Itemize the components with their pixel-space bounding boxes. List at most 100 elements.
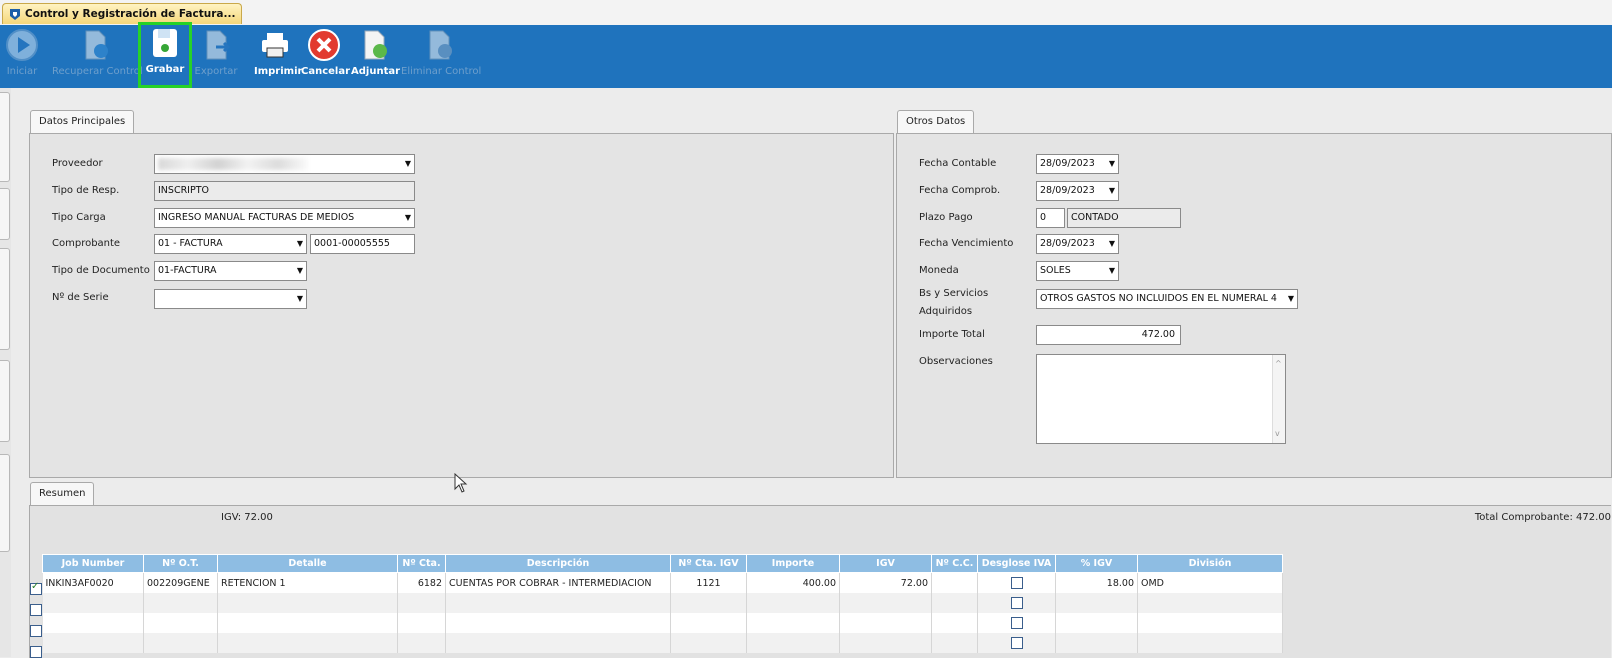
division-cell[interactable] bbox=[1137, 593, 1283, 613]
col-desglose-iva[interactable]: Desglose IVA bbox=[977, 554, 1056, 573]
table-row[interactable] bbox=[42, 593, 1283, 613]
nro-ot-cell[interactable]: 002209GENE bbox=[143, 572, 218, 593]
side-tab-2[interactable] bbox=[0, 188, 10, 240]
descripcion-cell[interactable] bbox=[445, 633, 671, 653]
detalle-cell[interactable]: RETENCION 1 bbox=[217, 572, 398, 593]
comprobante-numero-input[interactable]: 0001-00005555 bbox=[310, 234, 415, 254]
proveedor-select[interactable]: ▼ bbox=[154, 154, 415, 174]
bs-servicios-select[interactable]: OTROS GASTOS NO INCLUIDOS EN EL NUMERAL … bbox=[1036, 289, 1298, 309]
importe-total-input[interactable]: 472.00 bbox=[1036, 325, 1181, 345]
nro-cc-cell[interactable] bbox=[931, 593, 978, 613]
nro-cta-cell[interactable] bbox=[397, 633, 446, 653]
division-cell[interactable] bbox=[1137, 633, 1283, 653]
job-number-cell[interactable] bbox=[42, 593, 144, 613]
desglose-iva-checkbox[interactable] bbox=[1010, 617, 1023, 629]
tipo-resp-field[interactable]: INSCRIPTO bbox=[154, 181, 415, 201]
igv-cell[interactable] bbox=[839, 633, 932, 653]
row-select-checkbox[interactable] bbox=[30, 646, 42, 658]
desglose-iva-cell[interactable] bbox=[977, 572, 1056, 593]
nro-ot-cell[interactable] bbox=[143, 613, 218, 633]
nro-cc-cell[interactable] bbox=[931, 633, 978, 653]
nro-cta-igv-cell[interactable]: 1121 bbox=[670, 572, 747, 593]
desglose-iva-checkbox[interactable] bbox=[1010, 597, 1023, 609]
col-descripcion[interactable]: Descripción bbox=[445, 554, 671, 573]
tipo-documento-select[interactable]: 01-FACTURA ▼ bbox=[154, 261, 307, 281]
observaciones-textarea[interactable]: ^ v bbox=[1036, 354, 1286, 444]
comprobante-select[interactable]: 01 - FACTURA ▼ bbox=[154, 234, 307, 254]
side-tab-5[interactable] bbox=[0, 454, 10, 552]
cancelar-button[interactable]: Cancelar bbox=[301, 27, 350, 77]
col-pct-igv[interactable]: % IGV bbox=[1055, 554, 1138, 573]
detalle-cell[interactable] bbox=[217, 593, 398, 613]
col-nro-cc[interactable]: Nº C.C. bbox=[931, 554, 978, 573]
descripcion-cell[interactable] bbox=[445, 613, 671, 633]
col-nro-cta[interactable]: Nº Cta. bbox=[397, 554, 446, 573]
desglose-iva-checkbox[interactable] bbox=[1010, 637, 1023, 649]
pct-igv-cell[interactable] bbox=[1055, 633, 1138, 653]
col-division[interactable]: División bbox=[1137, 554, 1283, 573]
side-tab-3[interactable] bbox=[0, 248, 10, 350]
importe-cell[interactable] bbox=[746, 633, 840, 653]
row-select-checkbox[interactable] bbox=[30, 604, 42, 616]
job-number-cell[interactable] bbox=[42, 633, 144, 653]
nro-cc-cell[interactable] bbox=[931, 613, 978, 633]
tab-datos-principales[interactable]: Datos Principales bbox=[30, 110, 135, 133]
col-nro-cta-igv[interactable]: Nº Cta. IGV bbox=[670, 554, 747, 573]
job-number-cell[interactable] bbox=[42, 613, 144, 633]
nro-cta-cell[interactable] bbox=[397, 593, 446, 613]
eliminar-control-button[interactable]: Eliminar Control bbox=[401, 27, 481, 77]
recuperar-control-button[interactable]: Recuperar Control bbox=[52, 27, 143, 77]
moneda-select[interactable]: SOLES ▼ bbox=[1036, 261, 1119, 281]
tab-resumen[interactable]: Resumen bbox=[30, 482, 95, 505]
col-importe[interactable]: Importe bbox=[746, 554, 840, 573]
fecha-comprob-picker[interactable]: 28/09/2023 ▼ bbox=[1036, 181, 1119, 201]
exportar-button[interactable]: Exportar bbox=[193, 27, 239, 77]
nro-cta-cell[interactable]: 6182 bbox=[397, 572, 446, 593]
nro-cc-cell[interactable] bbox=[931, 572, 978, 593]
tipo-carga-select[interactable]: INGRESO MANUAL FACTURAS DE MEDIOS ▼ bbox=[154, 208, 415, 228]
nro-serie-select[interactable]: ▼ bbox=[154, 289, 307, 309]
table-row[interactable]: INKIN3AF0020 002209GENE RETENCION 1 6182… bbox=[42, 572, 1283, 593]
grabar-button[interactable]: Grabar bbox=[138, 22, 192, 88]
igv-cell[interactable] bbox=[839, 613, 932, 633]
nro-cta-cell[interactable] bbox=[397, 613, 446, 633]
nro-ot-cell[interactable] bbox=[143, 633, 218, 653]
imprimir-button[interactable]: Imprimir bbox=[254, 27, 302, 77]
job-number-cell[interactable]: INKIN3AF0020 bbox=[42, 572, 144, 593]
importe-cell[interactable] bbox=[746, 593, 840, 613]
plazo-pago-days-input[interactable]: 0 bbox=[1036, 208, 1065, 228]
col-nro-ot[interactable]: Nº O.T. bbox=[143, 554, 218, 573]
col-detalle[interactable]: Detalle bbox=[217, 554, 398, 573]
pct-igv-cell[interactable] bbox=[1055, 613, 1138, 633]
window-tab[interactable]: Control y Registración de Factura... bbox=[2, 3, 243, 24]
igv-cell[interactable] bbox=[839, 593, 932, 613]
descripcion-cell[interactable]: CUENTAS POR COBRAR - INTERMEDIACION bbox=[445, 572, 671, 593]
nro-cta-igv-cell[interactable] bbox=[670, 613, 747, 633]
desglose-iva-cell[interactable] bbox=[977, 633, 1056, 653]
nro-cta-igv-cell[interactable] bbox=[670, 593, 747, 613]
division-cell[interactable] bbox=[1137, 613, 1283, 633]
detalle-cell[interactable] bbox=[217, 613, 398, 633]
nro-cta-igv-cell[interactable] bbox=[670, 633, 747, 653]
col-igv[interactable]: IGV bbox=[839, 554, 932, 573]
observaciones-scrollbar[interactable]: ^ v bbox=[1272, 355, 1285, 443]
table-row[interactable] bbox=[42, 633, 1283, 653]
nro-ot-cell[interactable] bbox=[143, 593, 218, 613]
tab-otros-datos[interactable]: Otros Datos bbox=[897, 110, 975, 133]
pct-igv-cell[interactable] bbox=[1055, 593, 1138, 613]
division-cell[interactable]: OMD bbox=[1137, 572, 1283, 593]
side-tab-1[interactable] bbox=[0, 92, 10, 182]
descripcion-cell[interactable] bbox=[445, 593, 671, 613]
table-row[interactable] bbox=[42, 613, 1283, 633]
row-select-checkbox[interactable] bbox=[30, 625, 42, 637]
desglose-iva-cell[interactable] bbox=[977, 593, 1056, 613]
importe-cell[interactable] bbox=[746, 613, 840, 633]
col-job-number[interactable]: Job Number bbox=[42, 554, 144, 573]
importe-cell[interactable]: 400.00 bbox=[746, 572, 840, 593]
pct-igv-cell[interactable]: 18.00 bbox=[1055, 572, 1138, 593]
fecha-vencimiento-picker[interactable]: 28/09/2023 ▼ bbox=[1036, 234, 1119, 254]
detalle-cell[interactable] bbox=[217, 633, 398, 653]
desglose-iva-cell[interactable] bbox=[977, 613, 1056, 633]
row-select-checkbox[interactable] bbox=[30, 581, 42, 595]
fecha-contable-picker[interactable]: 28/09/2023 ▼ bbox=[1036, 154, 1119, 174]
